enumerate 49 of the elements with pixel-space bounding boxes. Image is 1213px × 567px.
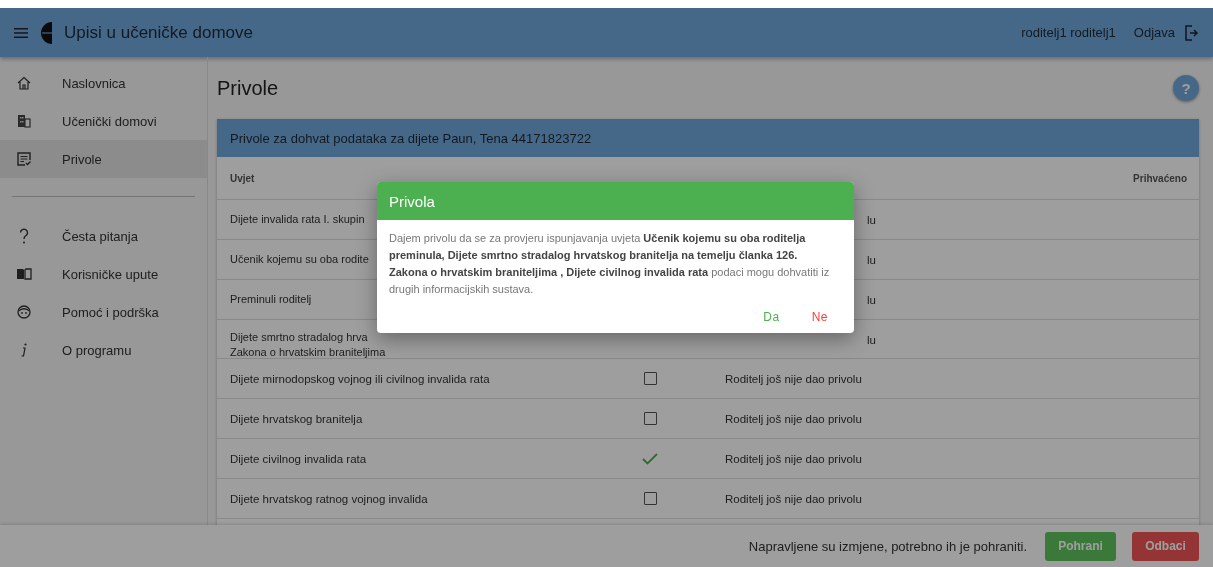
book-icon <box>16 268 32 280</box>
user-name: roditelj1 roditelj1 <box>1021 25 1116 40</box>
table-cell-text: Dijete hrvatskog ratnog vojnog invalida <box>230 492 429 505</box>
nav-item[interactable]: Privole <box>0 140 207 178</box>
page-title: Privole <box>217 76 279 100</box>
discard-button[interactable]: Odbaci <box>1132 531 1199 561</box>
table-cell-text: Dijete hrvatskog branitelja <box>230 412 364 425</box>
app-title: Upisi u učeničke domove <box>64 22 253 43</box>
building-icon <box>16 114 32 128</box>
table-cell-text: Roditelj još nije dao privolu <box>724 372 863 385</box>
nav-item[interactable]: Česta pitanja <box>0 217 207 255</box>
table-cell-text: Dijete civilnog invalida rata <box>230 452 368 465</box>
dialog-message: Dajem privolu da se za provjeru ispunjavanja uvjeta Učenik kojemu su oba roditelja preminula, Dijete smrtno stradalog hrvatskog branitelja na temelju članka 126. Zakona o hrvatskim braniteljima , Dijete civilnog invalida rata podaci mogu dohvatiti iz drugih informacijskih sustava. <box>388 231 831 297</box>
checkbox[interactable] <box>643 492 657 505</box>
card-title: Privole za dohvat podataka za dijete Paun, Tena 44171823722 <box>230 130 592 146</box>
column-header: Prihvaćeno <box>1133 172 1187 184</box>
nav-item[interactable]: Učenički domovi <box>0 102 207 140</box>
table-cell-text: Roditelj još nije dao privolu <box>724 412 863 425</box>
nav-item[interactable]: Pomoć i podrška <box>0 293 207 331</box>
table-cell: lu <box>867 334 876 346</box>
table-cell: Dijete invalida rata I. skupin <box>230 212 365 227</box>
support-icon <box>16 305 32 319</box>
table-cell-text: Dijete mirnodopskog vojnog ili civilnog invalida rata <box>230 372 491 385</box>
nav-item[interactable]: Naslovnica <box>0 64 207 102</box>
accept-button[interactable]: Da <box>757 306 786 328</box>
dialog-title: Privola <box>389 192 435 210</box>
nav-item[interactable]: Korisničke upute <box>0 255 207 293</box>
menu-icon[interactable] <box>14 26 28 39</box>
table-cell-text: Roditelj još nije dao privolu <box>724 452 863 465</box>
table-cell: Zakona o hrvatskim braniteljima <box>230 345 386 360</box>
table-cell-text: Roditelj još nije dao privolu <box>724 492 863 505</box>
checkbox[interactable] <box>643 372 657 385</box>
nav-item[interactable]: O programu <box>0 331 207 369</box>
table-cell: Dijete smrtno stradalog hrva <box>230 330 368 345</box>
unsaved-message: Napravljene su izmjene, potrebno ih je pohraniti. <box>748 538 1027 554</box>
table-cell: lu <box>867 253 876 266</box>
home-icon <box>16 76 32 90</box>
table-cell: Preminuli roditelj <box>230 292 312 307</box>
table-cell: Učenik kojemu su oba rodite <box>230 252 369 267</box>
column-header: Uvjet <box>230 172 256 184</box>
logo-icon <box>38 21 52 44</box>
logout-icon[interactable] <box>1185 24 1199 41</box>
table-cell: lu <box>867 293 876 306</box>
table-cell: lu <box>867 213 876 226</box>
checklist-icon <box>16 152 32 166</box>
checkmark-icon[interactable] <box>642 452 658 465</box>
decline-button[interactable]: Ne <box>805 306 834 328</box>
logout-link[interactable]: Odjava <box>1133 25 1175 40</box>
checkbox[interactable] <box>643 412 657 425</box>
